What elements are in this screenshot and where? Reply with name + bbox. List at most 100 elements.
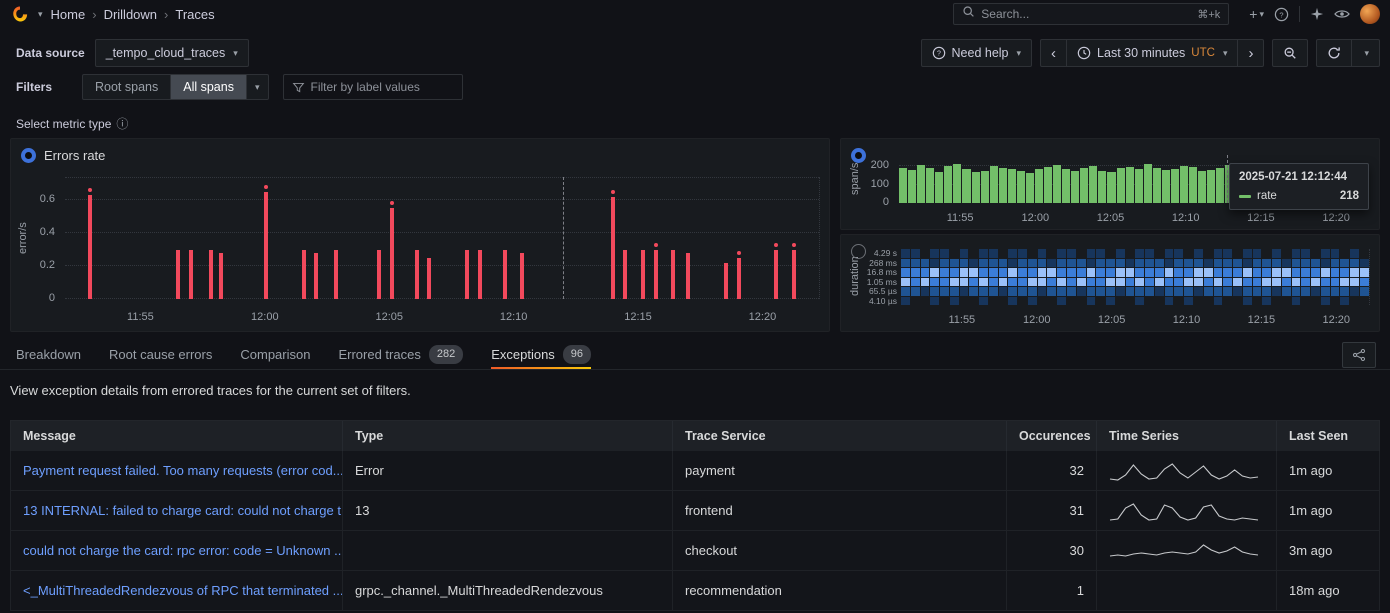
error-bar [209,250,213,299]
heatmap-cell [1233,297,1242,306]
radio-selected-icon[interactable] [851,148,866,163]
need-help-button[interactable]: ? Need help ▾ [921,39,1033,67]
heatmap-cell [1038,287,1047,296]
duration-option[interactable] [851,244,866,259]
heatmap-cell [960,278,969,287]
y-tick-label: 0.6 [40,194,55,205]
grafana-logo[interactable] [10,4,30,24]
heatmap-cell [950,278,959,287]
heatmap-cell [1126,249,1135,258]
x-tick-label: 12:00 [251,311,279,323]
chevron-down-icon: ▾ [255,83,260,92]
heatmap-cell [1184,268,1193,277]
heatmap-cell [1360,249,1369,258]
radio-unselected-icon[interactable] [851,244,866,259]
exception-message-link[interactable]: could not charge the card: rpc error: co… [11,531,343,570]
time-range-forward-button[interactable]: › [1237,39,1264,67]
heatmap-cell [1311,297,1320,306]
tab-breakdown[interactable]: Breakdown [16,340,81,369]
user-avatar[interactable] [1360,4,1380,24]
x-tick-label: 12:20 [1322,314,1350,326]
rate-bar [935,172,943,203]
tab-exceptions[interactable]: Exceptions96 [491,340,591,369]
heatmap-cell [1018,287,1027,296]
label-filter-input[interactable] [311,80,454,94]
duration-tick-label: 4.10 µs [869,297,897,306]
breadcrumb-item-home[interactable]: Home [51,7,86,22]
heatmap-cell [1174,268,1183,277]
org-switcher-caret[interactable]: ▾ [38,10,43,19]
add-button[interactable]: +▾ [1249,6,1264,22]
column-header-occurences: Occurences [1007,421,1097,451]
refresh-interval-picker[interactable]: ▾ [1351,39,1380,67]
all-spans-toggle[interactable]: All spans [170,74,247,100]
search-bar[interactable]: ⌘+k [953,3,1229,25]
info-icon[interactable]: ⓘ [116,115,128,132]
heatmap-cell [1096,268,1105,277]
radio-selected-icon[interactable] [21,148,36,163]
x-tick-label: 11:55 [127,311,154,323]
view-mode-button[interactable] [1334,6,1350,22]
heatmap-cell [1135,287,1144,296]
column-header-time-series: Time Series [1097,421,1277,451]
heatmap-cell [930,287,939,296]
exception-message-link[interactable]: 13 INTERNAL: failed to charge card: coul… [11,491,343,530]
breadcrumb-item-drilldown[interactable]: Drilldown [104,7,157,22]
heatmap-cell [1321,287,1330,296]
exception-message-link[interactable]: Payment request failed. Too many request… [11,451,343,490]
errors-chart-plot[interactable] [65,177,819,299]
heatmap-cell [1028,278,1037,287]
chevron-left-icon: ‹ [1051,46,1056,61]
x-tick-label: 12:10 [500,311,528,323]
heatmap-cell [1214,297,1223,306]
exception-message-link[interactable]: <_MultiThreadedRendezvous of RPC that te… [11,571,343,610]
heatmap-cell [1340,297,1349,306]
duration-tick-label: 268 ms [869,259,897,268]
tab-errored-traces[interactable]: Errored traces282 [338,340,463,369]
heatmap-cell [950,249,959,258]
heatmap-cell [1340,287,1349,296]
search-input[interactable] [981,7,1191,21]
tab-comparison[interactable]: Comparison [240,340,310,369]
tab-root-cause-errors[interactable]: Root cause errors [109,340,212,369]
ai-assistant-button[interactable] [1310,7,1324,21]
label-filter[interactable] [283,74,463,100]
plus-icon: + [1249,6,1257,22]
heatmap-cell [901,287,910,296]
heatmap-cell [1262,249,1271,258]
span-scope-dropdown[interactable]: ▾ [246,74,269,100]
share-button[interactable] [1342,342,1376,368]
datasource-picker[interactable]: _tempo_cloud_traces ▾ [95,39,249,67]
errors-y-axis-label: error/s [17,177,29,299]
span-rate-option[interactable] [851,148,866,163]
breadcrumb-item-traces[interactable]: Traces [175,7,214,22]
heatmap-cell [1174,249,1183,258]
heatmap-cell [1253,268,1262,277]
heatmap-row [901,268,1369,277]
table-row: 13 INTERNAL: failed to charge card: coul… [11,491,1379,531]
heatmap-cell [1331,297,1340,306]
error-bar [478,250,482,299]
duration-tick-label: 4.29 s [874,249,897,258]
rate-bar [981,171,989,203]
help-button[interactable]: ? [1274,7,1289,22]
tab-label: Root cause errors [109,347,212,362]
time-range-back-button[interactable]: ‹ [1040,39,1067,67]
duration-chart-plot[interactable] [901,249,1369,305]
series-color-swatch [1239,195,1251,198]
refresh-button[interactable] [1316,39,1352,67]
root-spans-toggle[interactable]: Root spans [82,74,171,100]
heatmap-cell [1155,268,1164,277]
heatmap-cell [1067,297,1076,306]
zoom-out-button[interactable] [1272,39,1308,67]
rate-bar [1107,172,1115,203]
heatmap-cell [1214,278,1223,287]
chevron-down-icon: ▾ [233,49,238,58]
heatmap-cell [1194,297,1203,306]
exception-type [343,531,673,570]
heatmap-cell [1243,278,1252,287]
heatmap-cell [969,259,978,268]
time-range-picker[interactable]: Last 30 minutes UTC ▾ [1066,39,1238,67]
errors-rate-option[interactable]: Errors rate [21,148,105,163]
heatmap-cell [969,287,978,296]
